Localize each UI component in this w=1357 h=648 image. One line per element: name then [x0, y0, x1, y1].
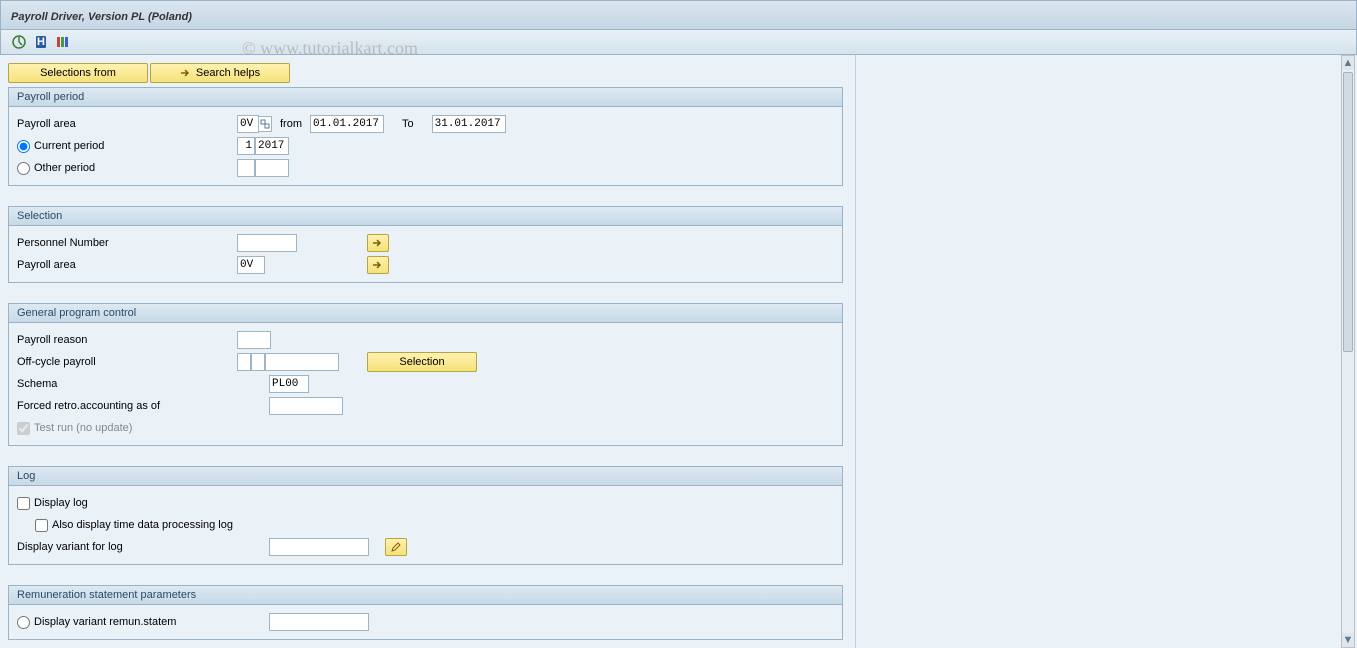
- current-period-num-field[interactable]: [237, 137, 255, 155]
- vertical-scrollbar[interactable]: ▲ ▼: [1341, 55, 1355, 648]
- payroll-reason-field[interactable]: [237, 331, 271, 349]
- scroll-up-icon[interactable]: ▲: [1342, 56, 1354, 70]
- offcycle-payroll-label: Off-cycle payroll: [17, 356, 237, 368]
- arrow-right-icon: [180, 68, 192, 78]
- other-period-radio[interactable]: [17, 162, 30, 175]
- right-empty-panel: ▲ ▼: [855, 55, 1357, 648]
- scroll-down-icon[interactable]: ▼: [1342, 633, 1354, 647]
- display-variant-remun-label: Display variant remun.statem: [34, 616, 176, 628]
- display-variant-remun-field[interactable]: [269, 613, 369, 631]
- page-title: Payroll Driver, Version PL (Poland): [11, 11, 192, 23]
- display-variant-log-field[interactable]: [269, 538, 369, 556]
- schema-field[interactable]: [269, 375, 309, 393]
- display-log-label: Display log: [34, 497, 88, 509]
- to-date-field[interactable]: [432, 115, 506, 133]
- display-log-checkbox[interactable]: [17, 497, 30, 510]
- schema-label: Schema: [17, 378, 237, 390]
- current-period-label: Current period: [34, 140, 104, 152]
- test-run-label: Test run (no update): [34, 422, 132, 434]
- other-period-label: Other period: [34, 162, 95, 174]
- application-toolbar: H: [0, 30, 1357, 55]
- personnel-number-multiselect-button[interactable]: [367, 234, 389, 252]
- from-date-field[interactable]: [310, 115, 384, 133]
- general-header: General program control: [8, 303, 843, 323]
- forced-retro-label: Forced retro.accounting as of: [17, 400, 237, 412]
- also-display-checkbox[interactable]: [35, 519, 48, 532]
- offcycle-field-b[interactable]: [251, 353, 265, 371]
- other-period-num-field[interactable]: [237, 159, 255, 177]
- remuneration-group: Remuneration statement parameters Displa…: [8, 585, 843, 640]
- execute-icon[interactable]: [11, 34, 27, 50]
- general-program-control-group: General program control Payroll reason O…: [8, 303, 843, 446]
- selection-button[interactable]: Selection: [367, 352, 477, 372]
- search-helps-button[interactable]: Search helps: [150, 63, 290, 83]
- from-label: from: [280, 118, 302, 130]
- remuneration-header: Remuneration statement parameters: [8, 585, 843, 605]
- arrow-right-icon: [372, 260, 384, 270]
- selections-from-label: Selections from: [40, 67, 116, 79]
- selection-button-label: Selection: [399, 356, 444, 368]
- test-run-checkbox: [17, 422, 30, 435]
- search-helps-label: Search helps: [196, 67, 260, 79]
- offcycle-field-c[interactable]: [265, 353, 339, 371]
- payroll-period-group: Payroll period Payroll area from To: [8, 87, 843, 186]
- selection-header: Selection: [8, 206, 843, 226]
- payroll-period-header: Payroll period: [8, 87, 843, 107]
- info-icon[interactable]: H: [33, 34, 49, 50]
- display-variant-log-label: Display variant for log: [17, 541, 269, 553]
- variant-icon[interactable]: [55, 34, 71, 50]
- other-period-year-field[interactable]: [255, 159, 289, 177]
- selections-from-button[interactable]: Selections from: [8, 63, 148, 83]
- log-group: Log Display log Also display time data p…: [8, 466, 843, 565]
- f4-help-icon[interactable]: [258, 116, 272, 132]
- log-header: Log: [8, 466, 843, 486]
- forced-retro-field[interactable]: [269, 397, 343, 415]
- payroll-area-multiselect-button[interactable]: [367, 256, 389, 274]
- selection-payroll-area-field[interactable]: [237, 256, 265, 274]
- offcycle-field-a[interactable]: [237, 353, 251, 371]
- personnel-number-field[interactable]: [237, 234, 297, 252]
- personnel-number-label: Personnel Number: [17, 237, 237, 249]
- pencil-icon: [390, 541, 402, 553]
- to-label: To: [402, 118, 414, 130]
- page-title-bar: Payroll Driver, Version PL (Poland): [0, 0, 1357, 30]
- selection-button-row: Selections from Search helps: [8, 63, 847, 83]
- selection-group: Selection Personnel Number Payroll area: [8, 206, 843, 283]
- current-period-year-field[interactable]: [255, 137, 289, 155]
- display-variant-remun-radio[interactable]: [17, 616, 30, 629]
- also-display-label: Also display time data processing log: [52, 519, 233, 531]
- payroll-area-label: Payroll area: [17, 118, 237, 130]
- scroll-thumb[interactable]: [1343, 72, 1353, 352]
- edit-variant-button[interactable]: [385, 538, 407, 556]
- payroll-area-field[interactable]: [237, 115, 259, 133]
- selection-payroll-area-label: Payroll area: [17, 259, 237, 271]
- current-period-radio[interactable]: [17, 140, 30, 153]
- payroll-reason-label: Payroll reason: [17, 334, 237, 346]
- svg-text:H: H: [37, 36, 45, 48]
- arrow-right-icon: [372, 238, 384, 248]
